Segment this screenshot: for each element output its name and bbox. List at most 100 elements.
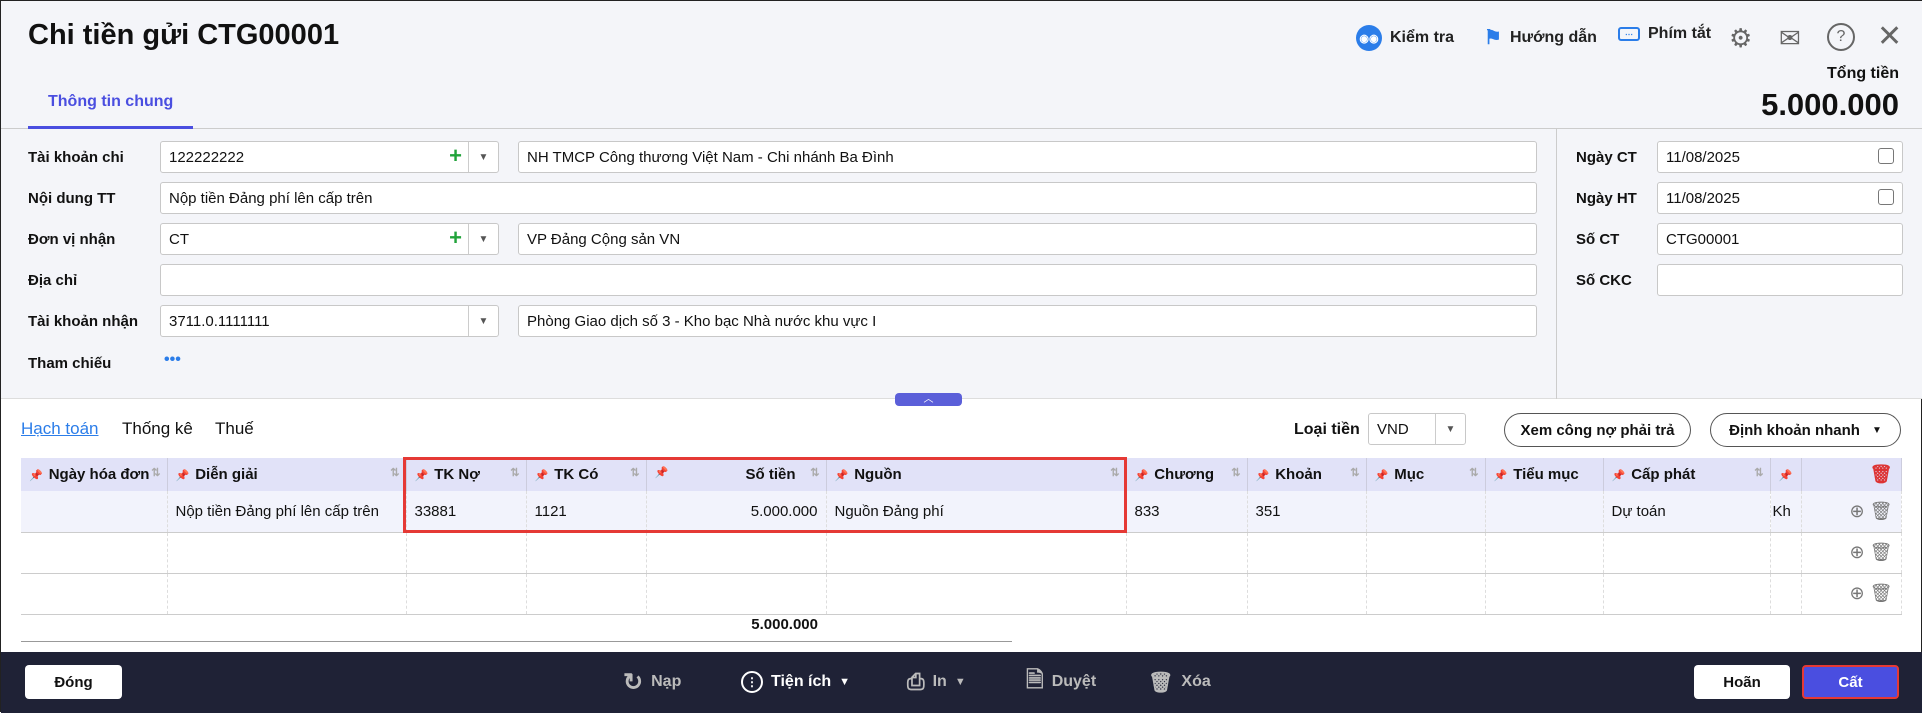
print-button[interactable]: ⎙ In ▼ [907,665,966,699]
tab-tax[interactable]: Thuế [215,419,254,439]
guide-button[interactable]: ⚑ Hướng dẫn [1484,25,1597,50]
check-button[interactable]: ◉◉ Kiểm tra [1356,25,1454,51]
table-row[interactable]: ⊕ 🗑 [21,532,1902,574]
receiver-label: Đơn vị nhận [28,231,116,248]
approve-button[interactable]: 🗎 Duyệt [1026,665,1096,699]
account-in-bank-value: Phòng Giao dịch số 3 - Kho bạc Nhà nước … [527,312,877,330]
trash-icon[interactable]: 🗑 [1870,464,1893,484]
cell-extra[interactable]: Kh [1770,491,1802,533]
doc-date-label: Ngày CT [1576,149,1637,166]
collapse-toggle[interactable]: ︿ [895,393,962,406]
currency-select[interactable]: VND ▼ [1368,413,1466,445]
col-section[interactable]: 📌 Khoản ⇅ [1247,458,1367,491]
postpone-button[interactable]: Hoãn [1694,665,1790,699]
view-payables-button[interactable]: Xem công nợ phải trả [1504,413,1691,447]
account-in-bank-input[interactable]: Phòng Giao dịch số 3 - Kho bạc Nhà nước … [518,305,1537,337]
cell-description[interactable]: Nộp tiền Đảng phí lên cấp trên [167,491,407,533]
col-description[interactable]: 📌 Diễn giải ⇅ [167,458,407,491]
receiver-name-value: VP Đảng Cộng sản VN [527,230,681,248]
account-in-input[interactable]: 3711.0.1111111 ▼ [160,305,499,337]
receiver-name-input[interactable]: VP Đảng Cộng sản VN [518,223,1537,255]
receiver-input[interactable]: CT + ▼ [160,223,499,255]
content-label: Nội dung TT [28,190,116,207]
divider [1556,129,1557,399]
chevron-down-icon: ▼ [954,676,966,688]
trash-icon[interactable]: 🗑 [1870,542,1893,562]
calendar-icon[interactable] [1878,148,1894,164]
gear-icon[interactable]: ⚙ [1729,23,1752,54]
col-allocation[interactable]: 📌 Cấp phát ⇅ [1603,458,1771,491]
tab-general-info[interactable]: Thông tin chung [28,93,194,129]
refresh-icon: ↻ [623,668,644,696]
chevron-down-icon[interactable]: ▼ [468,142,498,172]
row-actions: ⊕ 🗑 [1801,491,1902,533]
signpost-icon: ⚑ [1484,27,1502,49]
cell-allocation[interactable]: Dự toán [1603,491,1771,533]
save-button[interactable]: Cất [1802,665,1899,699]
col-invoice-date[interactable]: 📌 Ngày hóa đơn ⇅ [21,458,168,491]
footer-bar: Đóng ↻ Nạp ⋮ Tiện ích ▼ ⎙ In ▼ 🗎 Duyệt 🗑 Xóa Ho… [1,652,1922,713]
page-title: Chi tiền gửi CTG00001 [28,19,340,51]
delete-all-cell: 🗑 [1801,458,1902,491]
doc-date-input[interactable]: 11/08/2025 [1657,141,1903,173]
close-button[interactable]: Đóng [25,665,122,699]
calendar-icon[interactable] [1878,189,1894,205]
content-input[interactable]: Nộp tiền Đảng phí lên cấp trên [160,182,1537,214]
close-icon[interactable]: ✕ [1877,19,1902,54]
cell-invoice-date[interactable] [21,491,168,533]
account-in-value: 3711.0.1111111 [169,312,270,330]
reference-label: Tham chiếu [28,355,112,372]
cell-subitem[interactable] [1485,491,1604,533]
utilities-button[interactable]: ⋮ Tiện ích ▼ [741,665,850,699]
col-subitem[interactable]: 📌 Tiểu mục [1485,458,1604,491]
mail-forward-icon[interactable]: ✉ [1779,23,1801,54]
bank-name-value: NH TMCP Công thương Việt Nam - Chi nhánh… [527,148,894,166]
document-icon: 🗎 [1026,667,1044,692]
tab-statistics[interactable]: Thống kê [122,419,193,439]
table-row[interactable]: ⊕ 🗑 [21,573,1902,615]
cell-chapter[interactable]: 833 [1126,491,1248,533]
ckc-number-input[interactable] [1657,264,1903,296]
printer-icon: ⎙ [907,669,925,694]
bank-name-input[interactable]: NH TMCP Công thương Việt Nam - Chi nhánh… [518,141,1537,173]
total-value: 5.000.000 [1761,87,1899,122]
chevron-down-icon[interactable]: ▼ [468,224,498,254]
guide-label: Hướng dẫn [1509,28,1597,46]
tab-accounting[interactable]: Hạch toán [21,419,99,439]
plus-icon[interactable]: + [449,225,462,251]
delete-button[interactable]: 🗑 Xóa [1148,665,1211,699]
chevron-down-icon[interactable]: ▼ [1435,414,1465,444]
quick-entry-label: Định khoản nhanh [1729,421,1860,439]
doc-number-value: CTG00001 [1666,230,1740,248]
post-date-input[interactable]: 11/08/2025 [1657,182,1903,214]
col-item[interactable]: 📌 Mục ⇅ [1366,458,1486,491]
cell-section[interactable]: 351 [1247,491,1367,533]
shortcuts-button[interactable]: ⋯ Phím tắt [1618,25,1711,43]
trash-icon[interactable]: 🗑 [1870,583,1893,603]
chevron-down-icon[interactable]: ▼ [468,306,498,336]
add-row-icon[interactable]: ⊕ [1850,501,1865,521]
reference-more-button[interactable]: ••• [164,351,181,369]
help-icon[interactable]: ? [1827,23,1855,51]
plus-icon[interactable]: + [449,143,462,169]
account-out-value: 122222222 [169,148,245,166]
address-label: Địa chỉ [28,272,78,289]
address-input[interactable] [160,264,1537,296]
doc-number-input[interactable]: CTG00001 [1657,223,1903,255]
reload-button[interactable]: ↻ Nạp [623,665,681,699]
add-row-icon[interactable]: ⊕ [1850,583,1865,603]
add-row-icon[interactable]: ⊕ [1850,542,1865,562]
doc-number-label: Số CT [1576,231,1620,248]
currency-value: VND [1377,420,1409,438]
col-chapter[interactable]: 📌 Chương ⇅ [1126,458,1248,491]
quick-entry-button[interactable]: Định khoản nhanh ▼ [1710,413,1901,447]
ckc-number-label: Số CKC [1576,272,1632,289]
caret-down-icon: ▼ [1871,424,1882,436]
account-out-input[interactable]: 122222222 + ▼ [160,141,499,173]
account-in-label: Tài khoản nhận [28,313,139,330]
cell-item[interactable] [1366,491,1486,533]
account-out-label: Tài khoản chi [28,149,124,166]
col-extra[interactable]: 📌 [1770,458,1802,491]
trash-icon[interactable]: 🗑 [1870,501,1893,521]
divider [21,641,1012,642]
